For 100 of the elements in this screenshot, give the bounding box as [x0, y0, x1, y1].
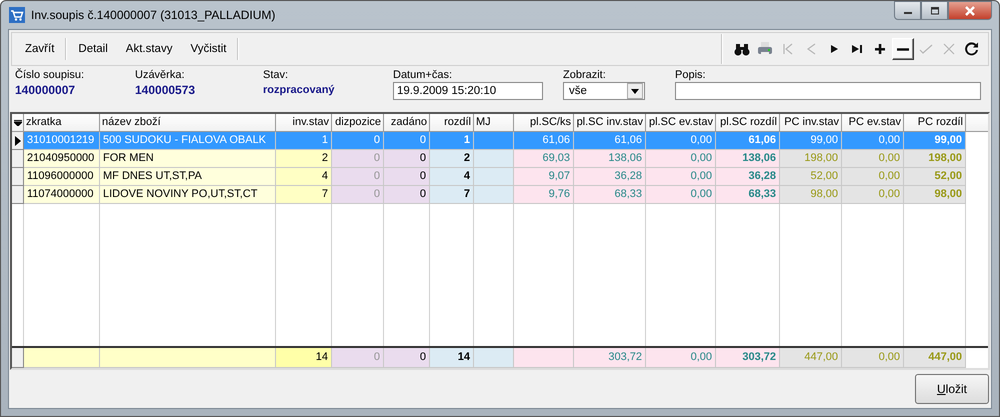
table-cell: 1 [430, 132, 474, 150]
maximize-icon [930, 6, 940, 14]
toolbar-button[interactable]: Vyčistit [181, 41, 236, 57]
column-menu-button[interactable] [12, 114, 24, 132]
table-cell: 0 [384, 168, 430, 186]
minimize-button[interactable] [894, 1, 921, 20]
table-cell: 0 [332, 150, 384, 168]
table-cell: 0 [332, 168, 384, 186]
table-cell: 9,76 [514, 186, 574, 204]
toolbar-button[interactable]: Detail [69, 41, 117, 57]
table-cell: 0 [384, 186, 430, 204]
table-cell: LIDOVE NOVINY PO,UT,ST,CT [100, 186, 276, 204]
table-cell: 1 [276, 132, 332, 150]
table-cell: 0 [332, 132, 384, 150]
table-cell: 61,06 [574, 132, 646, 150]
table-cell: 4 [430, 168, 474, 186]
remove-button[interactable] [892, 38, 914, 60]
close-icon [964, 6, 976, 16]
total-cell: 0 [384, 348, 430, 368]
table-cell [474, 168, 514, 186]
total-cell: 0 [332, 348, 384, 368]
total-cell: 14 [430, 348, 474, 368]
table-cell: 0,00 [842, 186, 904, 204]
table-cell: 4 [276, 168, 332, 186]
row-indicator[interactable] [12, 132, 24, 150]
total-cell [514, 348, 574, 368]
field-value: 140000007 [15, 82, 76, 98]
table-cell: FOR MEN [100, 150, 276, 168]
column-header[interactable]: pl.SC rozdíl [716, 114, 780, 132]
field-label: Číslo soupisu: [15, 68, 86, 82]
table-cell: 7 [430, 186, 474, 204]
total-cell: 0,00 [646, 348, 716, 368]
datetime-field[interactable]: 19.9.2009 15:20:10 [393, 82, 543, 100]
column-header[interactable]: inv.stav [276, 114, 332, 132]
column-header[interactable]: rozdíl [430, 114, 474, 132]
field-value: rozpracovaný [263, 83, 336, 98]
dropdown-arrow-icon [14, 120, 22, 126]
field-label: Zobrazit: [563, 68, 607, 82]
table-cell: 21040950000 [24, 150, 100, 168]
table-cell: 68,33 [574, 186, 646, 204]
table-cell: 0 [384, 150, 430, 168]
table-cell: 0,00 [842, 132, 904, 150]
binoculars-icon [734, 41, 750, 57]
cart-icon [9, 7, 25, 23]
table-cell: 52,00 [904, 168, 966, 186]
field-value: 140000573 [135, 82, 196, 98]
total-cell: 14 [276, 348, 332, 368]
table-cell: 69,03 [514, 150, 574, 168]
save-button[interactable]: Uložit [915, 374, 989, 404]
table-cell: 36,28 [716, 168, 780, 186]
table-cell: 500 SUDOKU - FIALOVA OBALK [100, 132, 276, 150]
description-field[interactable] [675, 82, 981, 100]
toolbar-button[interactable]: Zavřít [16, 41, 64, 57]
table-cell: 2 [430, 150, 474, 168]
table-cell: 31010001219 [24, 132, 100, 150]
table-cell: 138,06 [574, 150, 646, 168]
total-cell: 303,72 [574, 348, 646, 368]
total-cell: 303,72 [716, 348, 780, 368]
column-header[interactable]: pl.SC ev.stav [646, 114, 716, 132]
table-cell [474, 150, 514, 168]
table-cell: 61,06 [514, 132, 574, 150]
column-header[interactable]: PC ev.stav [842, 114, 904, 132]
table-cell: 138,06 [716, 150, 780, 168]
plus-icon [872, 41, 888, 57]
column-header[interactable]: PC inv.stav [780, 114, 842, 132]
column-header[interactable]: pl.SC/ks [514, 114, 574, 132]
column-header[interactable]: zkratka [24, 114, 100, 132]
table-cell: 198,00 [780, 150, 842, 168]
table-cell: 98,00 [780, 186, 842, 204]
close-button[interactable] [948, 1, 992, 20]
column-header[interactable]: MJ [474, 114, 514, 132]
column-header[interactable]: PC rozdíl [904, 114, 966, 132]
table-cell: 7 [276, 186, 332, 204]
table-cell: 0 [384, 132, 430, 150]
table-cell: 9,07 [514, 168, 574, 186]
table-cell: 2 [276, 150, 332, 168]
table-cell: 11096000000 [24, 168, 100, 186]
column-header[interactable]: zadáno [384, 114, 430, 132]
cross-icon [941, 41, 957, 57]
field-label: Stav: [263, 68, 290, 82]
field-label: Popis: [675, 68, 707, 82]
column-header[interactable]: název zboží [100, 114, 276, 132]
field-label: Uzávěrka: [135, 68, 186, 82]
show-dropdown[interactable]: vše [563, 82, 645, 100]
table-cell: 99,00 [904, 132, 966, 150]
window-title: Inv.soupis č.140000007 (31013_PALLADIUM) [31, 8, 276, 22]
total-cell: 447,00 [780, 348, 842, 368]
dropdown-arrow-icon [631, 88, 639, 94]
table-cell: 52,00 [780, 168, 842, 186]
table-cell: 198,00 [904, 150, 966, 168]
table-cell: 61,06 [716, 132, 780, 150]
column-header[interactable]: dizpozice [332, 114, 384, 132]
total-cell: 447,00 [904, 348, 966, 368]
column-header[interactable]: pl.SC inv.stav [574, 114, 646, 132]
maximize-button[interactable] [921, 1, 948, 20]
toolbar-button[interactable]: Akt.stavy [116, 41, 182, 57]
refresh-icon [964, 41, 980, 57]
total-cell: 0,00 [842, 348, 904, 368]
table-cell [474, 132, 514, 150]
table-cell: MF DNES UT,ST,PA [100, 168, 276, 186]
